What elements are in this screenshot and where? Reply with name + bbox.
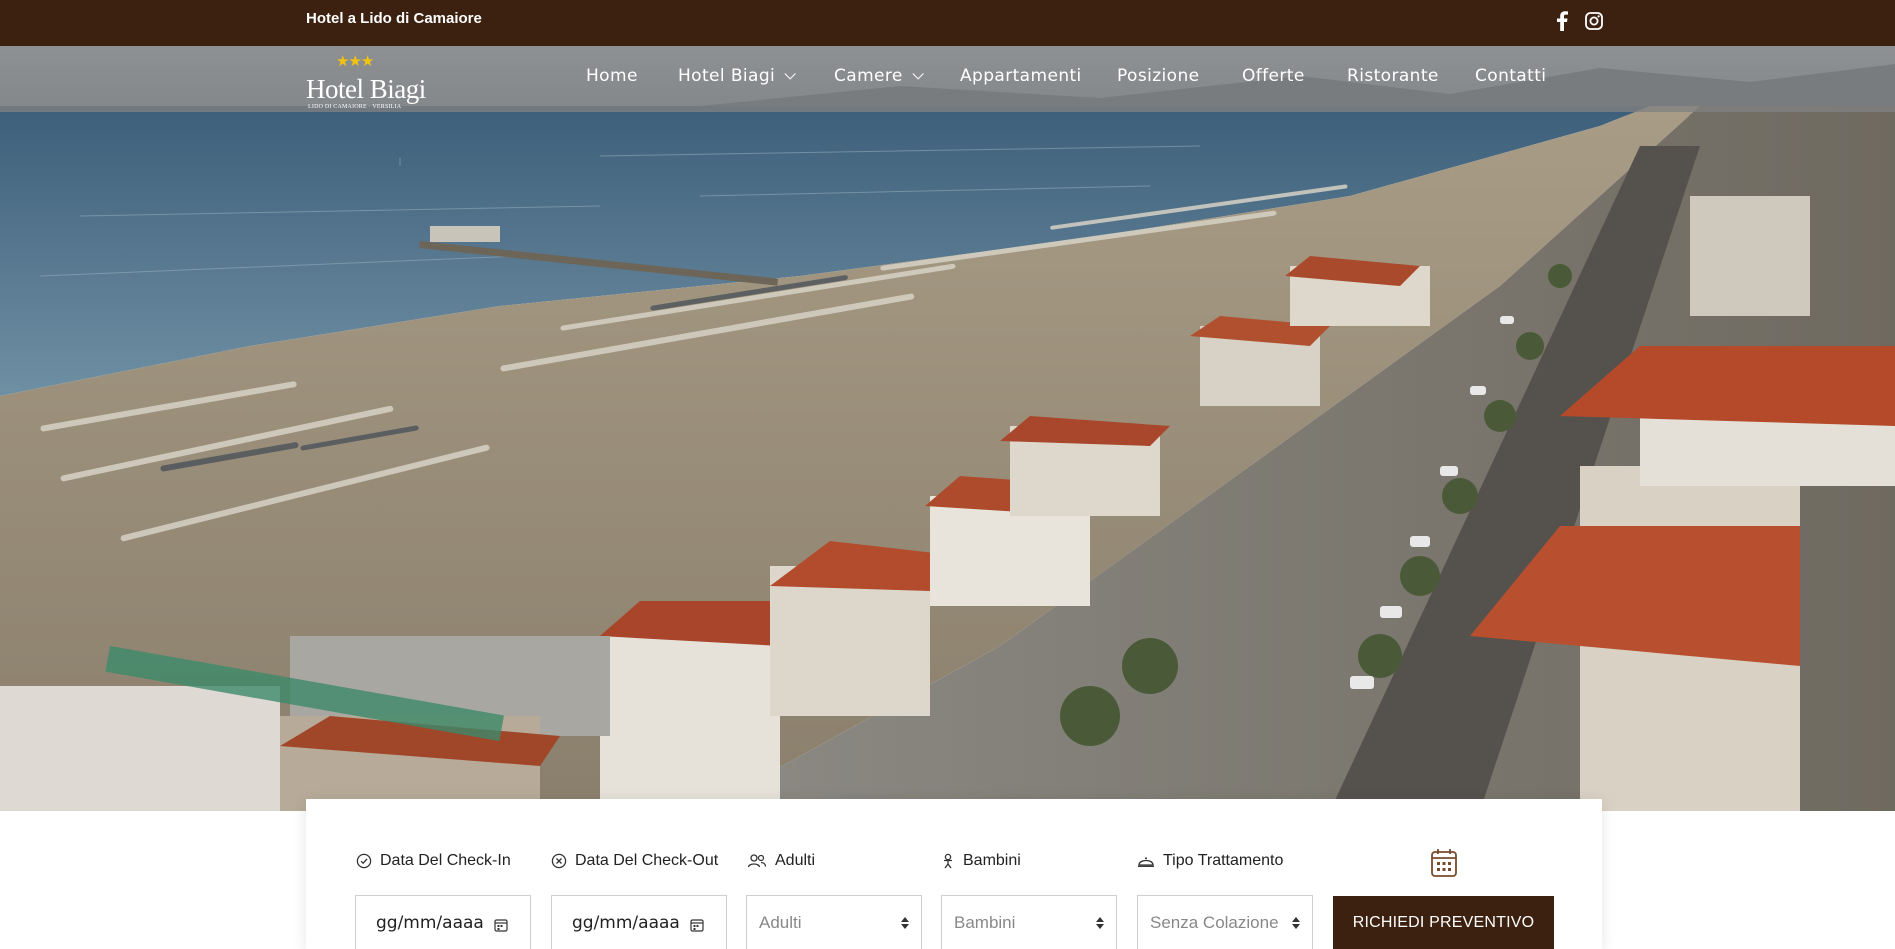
nav-home-label: Home (586, 66, 638, 86)
nav-offerte-label: Offerte (1242, 66, 1305, 86)
nav-home[interactable]: Home (586, 66, 638, 86)
children-select[interactable]: Bambini (941, 895, 1117, 949)
nav-ristorante[interactable]: Ristorante (1347, 66, 1439, 86)
checkin-label: Data Del Check-In (356, 852, 511, 870)
nav-ristorante-label: Ristorante (1347, 66, 1439, 86)
treatment-select[interactable]: Senza Colazione (1137, 895, 1313, 949)
logo-stars: ★★★ (336, 53, 374, 70)
logo-subtitle: LIDO DI CAMAIORE · VERSILIA (308, 104, 402, 110)
nav-camere-label: Camere (834, 66, 903, 86)
nav-hotel-biagi-label: Hotel Biagi (678, 66, 776, 86)
facebook-icon[interactable] (1552, 11, 1572, 31)
treatment-select-value: Senza Colazione (1150, 912, 1279, 932)
x-circle-icon (551, 853, 567, 869)
check-circle-icon (356, 853, 372, 869)
request-quote-button[interactable]: RICHIEDI PREVENTIVO (1333, 896, 1554, 949)
checkin-date-value: gg/mm/aaaa (376, 912, 484, 933)
treatment-label-text: Tipo Trattamento (1163, 852, 1284, 869)
adults-label-text: Adulti (775, 852, 816, 869)
children-label: Bambini (941, 852, 1021, 870)
nav-appartamenti-label: Appartamenti (960, 66, 1082, 86)
instagram-icon[interactable] (1584, 11, 1604, 31)
checkout-date-input[interactable]: gg/mm/aaaa (551, 895, 727, 949)
checkout-label: Data Del Check-Out (551, 852, 718, 870)
children-select-value: Bambini (954, 912, 1016, 932)
nav-posizione-label: Posizione (1117, 66, 1200, 86)
baby-icon (944, 853, 952, 869)
nav-hotel-biagi[interactable]: Hotel Biagi (678, 66, 796, 86)
nav-appartamenti[interactable]: Appartamenti (960, 66, 1082, 86)
select-arrows-icon (1292, 917, 1300, 929)
adults-label: Adulti (747, 852, 815, 870)
calendar-icon[interactable] (690, 918, 704, 932)
nav-camere[interactable]: Camere (834, 66, 924, 86)
checkout-date-value: gg/mm/aaaa (572, 912, 680, 933)
main-navbar (0, 46, 1895, 112)
checkout-label-text: Data Del Check-Out (575, 852, 719, 869)
cloche-icon (1138, 857, 1154, 867)
select-arrows-icon (1096, 917, 1104, 929)
top-tagline: Hotel a Lido di Camaiore (306, 10, 482, 27)
nav-offerte[interactable]: Offerte (1242, 66, 1305, 86)
nav-contatti-label: Contatti (1475, 66, 1547, 86)
nav-contatti[interactable]: Contatti (1475, 66, 1546, 86)
calendar-icon (1431, 849, 1457, 877)
calendar-icon[interactable] (494, 918, 508, 932)
checkin-label-text: Data Del Check-In (380, 852, 511, 869)
children-label-text: Bambini (963, 852, 1021, 869)
logo-name: Hotel Biagi (306, 74, 426, 104)
nav-posizione[interactable]: Posizione (1117, 66, 1200, 86)
adults-select[interactable]: Adulti (746, 895, 922, 949)
users-icon (747, 854, 767, 868)
hotel-logo[interactable]: ★★★ Hotel Biagi LIDO DI CAMAIORE · VERSI… (306, 50, 426, 112)
checkin-date-input[interactable]: gg/mm/aaaa (355, 895, 531, 949)
top-bar: Hotel a Lido di Camaiore (0, 0, 1895, 46)
treatment-label: Tipo Trattamento (1137, 852, 1283, 870)
hero-image (0, 46, 1895, 811)
adults-select-value: Adulti (759, 912, 802, 932)
select-arrows-icon (901, 917, 909, 929)
